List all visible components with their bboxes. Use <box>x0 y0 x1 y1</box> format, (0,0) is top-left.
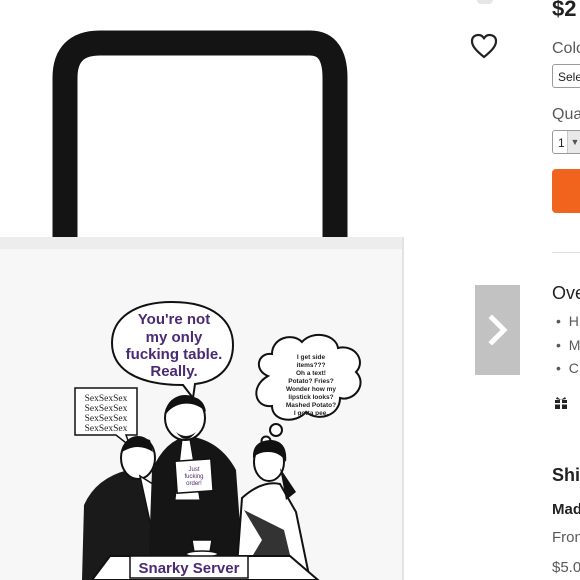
thought-line-7: Mashed Potato? <box>286 402 336 409</box>
thought-line-6: lipstick looks? <box>288 394 333 401</box>
add-to-cart-button[interactable] <box>552 169 580 213</box>
quantity-label: Qua <box>552 106 580 123</box>
quantity-select[interactable]: 1 ▼ <box>552 130 580 154</box>
shipping-heading: Shi <box>552 465 580 485</box>
sex-line-2: SexSexSex <box>85 404 128 414</box>
overview-item-2: • M <box>556 337 580 353</box>
chevron-down-icon: ▼ <box>567 131 580 153</box>
pad-line-1: Just <box>188 467 199 473</box>
price: $2 <box>552 0 577 21</box>
color-label: Colo <box>552 40 580 57</box>
product-image-viewer: You're not my only fucking table. Really… <box>0 0 540 580</box>
thought-line-4: Potato? Fries? <box>288 378 334 385</box>
pad-line-3: order! <box>186 481 202 487</box>
chevron-right-icon <box>487 315 508 345</box>
speech-line-1: You're not <box>138 311 210 328</box>
speech-line-2: my only <box>146 329 203 346</box>
thought-line-8: I gotta pee. <box>294 410 329 417</box>
color-select-value: Sele <box>558 70 580 84</box>
shipping-cost: $5.0 <box>552 559 580 576</box>
made-by-label: Mad <box>552 501 580 518</box>
divider <box>552 252 580 253</box>
thought-line-3: Oh a text! <box>296 370 326 377</box>
overview-item-1: • H <box>556 313 579 329</box>
ships-from-label: Fron <box>552 529 580 546</box>
banner-text: Snarky Server <box>139 560 240 577</box>
speech-line-3: fucking table. <box>126 346 223 363</box>
favorite-button[interactable] <box>470 33 498 59</box>
image-indicator <box>477 0 493 4</box>
speech-line-4: Really. <box>150 363 197 380</box>
thought-line-2: items??? <box>297 362 326 369</box>
color-select[interactable]: Sele <box>552 64 580 88</box>
sex-line-1: SexSexSex <box>85 394 128 404</box>
next-image-button[interactable] <box>475 285 520 375</box>
product-info-panel: $2 Colo Sele Qua 1 ▼ Ove • H • M • C Shi… <box>552 0 580 580</box>
thought-line-1: I get side <box>297 354 326 361</box>
quantity-value: 1 <box>558 136 565 150</box>
heart-icon <box>470 33 498 59</box>
sex-line-4: SexSexSex <box>85 424 128 434</box>
sex-line-3: SexSexSex <box>85 414 128 424</box>
product-image: You're not my only fucking table. Really… <box>0 30 404 580</box>
gift-icon <box>555 397 567 409</box>
overview-item-3: • C <box>556 360 579 376</box>
thought-line-5: Wonder how my <box>286 386 336 393</box>
pad-line-2: fucking <box>184 474 203 480</box>
overview-heading: Ove <box>552 283 580 303</box>
